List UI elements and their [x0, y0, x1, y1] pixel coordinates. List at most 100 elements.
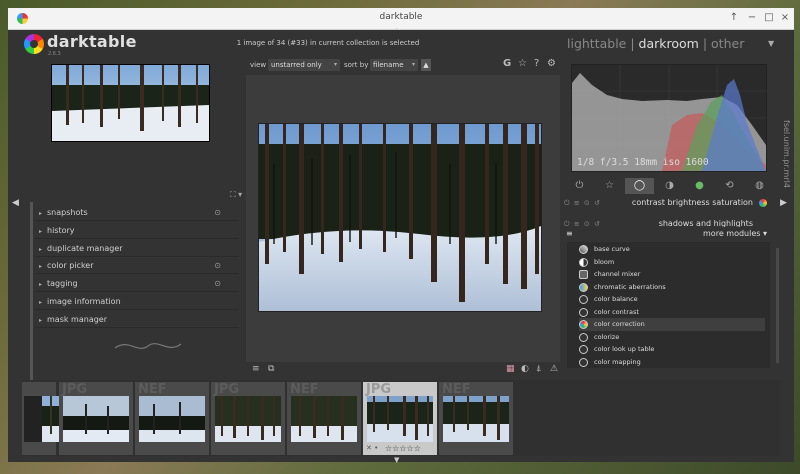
- list-item[interactable]: bloom: [579, 256, 765, 269]
- base-curve-icon: [579, 245, 588, 254]
- color-assessment-icon[interactable]: ▦: [506, 364, 515, 374]
- grouping-icon[interactable]: G: [503, 58, 511, 69]
- sort-value: filename: [373, 61, 404, 69]
- list-item-label: chromatic aberrations: [594, 283, 666, 291]
- module-label: tagging: [47, 279, 78, 288]
- module-history[interactable]: ▸ history: [35, 223, 239, 239]
- module-mask-manager[interactable]: ▸ mask manager: [35, 312, 239, 328]
- group-active-icon[interactable]: ⏻: [565, 178, 594, 194]
- zoom-icon[interactable]: ⛶ ▾: [230, 190, 242, 200]
- right-panel-scrollbar[interactable]: [776, 248, 779, 363]
- module-header-icons[interactable]: ⏻ ≡ ⊙ ↺: [564, 217, 601, 227]
- minimize-button[interactable]: −: [745, 11, 759, 25]
- more-modules-header[interactable]: ≡ more modules ▾: [560, 228, 771, 241]
- view-filter-value: unstarred only: [271, 61, 322, 69]
- view-filter-label: view: [250, 61, 267, 69]
- filmstrip-thumbnail[interactable]: [22, 382, 90, 455]
- histogram[interactable]: [571, 64, 767, 172]
- center-view[interactable]: [246, 75, 560, 362]
- list-item[interactable]: color correction: [579, 318, 765, 331]
- list-item[interactable]: color balance: [579, 293, 765, 306]
- views-dropdown-icon[interactable]: ▼: [768, 39, 774, 48]
- presets-icon[interactable]: ⊙: [214, 205, 221, 221]
- group-color-icon[interactable]: ●: [685, 178, 714, 194]
- color-contrast-icon: [579, 308, 588, 317]
- softproof-icon[interactable]: ◐: [521, 364, 529, 374]
- sort-direction-button[interactable]: ▲: [421, 59, 431, 71]
- bloom-icon: [579, 258, 588, 267]
- group-effects-icon[interactable]: ◍: [745, 178, 774, 194]
- view-separator: |: [626, 36, 639, 51]
- filmstrip-thumbnail[interactable]: NEF: [135, 382, 209, 455]
- styles-icon[interactable]: ⧉: [268, 364, 274, 374]
- file-extension: NEF: [290, 382, 319, 397]
- group-correct-icon[interactable]: ⟲: [715, 178, 744, 194]
- thumbnail-image: [215, 396, 281, 442]
- list-item-label: color correction: [594, 320, 645, 328]
- group-favorites-icon[interactable]: ☆: [595, 178, 624, 194]
- navigation-preview[interactable]: [51, 64, 210, 142]
- view-darkroom[interactable]: darkroom: [639, 36, 699, 51]
- filmstrip-thumbnail[interactable]: NEF: [439, 382, 513, 455]
- menu-icon[interactable]: ≡: [252, 364, 260, 374]
- left-panel-scrollbar[interactable]: [30, 202, 33, 394]
- window-title: darktable: [379, 12, 423, 22]
- bottom-panel-toggle[interactable]: ▼: [394, 456, 399, 464]
- filmstrip-thumbnail[interactable]: JPG: [59, 382, 133, 455]
- group-basic-icon[interactable]: ◯: [625, 178, 654, 194]
- list-item-label: channel mixer: [594, 270, 641, 278]
- view-lighttable[interactable]: lighttable: [567, 36, 626, 51]
- expander-icon: ▸: [39, 210, 43, 217]
- list-item-label: color mapping: [594, 358, 641, 366]
- filmstrip-thumbnail[interactable]: NEF: [287, 382, 361, 455]
- expander-icon: ▸: [39, 263, 43, 270]
- module-header-icons[interactable]: ⏻ ≡ ⊙ ↺: [564, 196, 601, 210]
- help-icon[interactable]: ?: [534, 58, 539, 69]
- sort-dropdown[interactable]: filename ▾: [370, 59, 418, 71]
- star-icon[interactable]: ☆: [518, 58, 527, 69]
- list-item-label: base curve: [594, 245, 630, 253]
- maximize-button[interactable]: □: [762, 11, 776, 25]
- module-snapshots[interactable]: ▸ snapshots ⊙: [35, 205, 239, 221]
- module-contrast-brightness-saturation[interactable]: ⏻ ≡ ⊙ ↺ contrast brightness saturation: [560, 196, 771, 210]
- list-item[interactable]: color mapping: [579, 356, 765, 368]
- file-extension: NEF: [442, 382, 471, 397]
- module-label: duplicate manager: [47, 244, 123, 253]
- center-bottom-toolbar: ≡ ⧉ ▦ ◐ ⍋ ⚠: [246, 363, 560, 377]
- keep-above-button[interactable]: ↑: [727, 11, 741, 25]
- close-button[interactable]: ×: [778, 11, 792, 25]
- module-duplicate-manager[interactable]: ▸ duplicate manager: [35, 241, 239, 257]
- right-panel-toggle[interactable]: ▶: [780, 198, 787, 208]
- expander-icon: ▸: [39, 246, 43, 253]
- list-item[interactable]: colorize: [579, 331, 765, 344]
- color-picker-icon[interactable]: ⍋: [536, 364, 541, 374]
- list-item[interactable]: channel mixer: [579, 268, 765, 281]
- gear-icon[interactable]: ⚙: [547, 58, 556, 69]
- list-item-label: color contrast: [594, 308, 639, 316]
- view-filter-dropdown[interactable]: unstarred only ▾: [268, 59, 340, 71]
- module-color-picker[interactable]: ▸ color picker ⊙: [35, 258, 239, 274]
- histogram-graph: [572, 65, 766, 171]
- gamut-check-icon[interactable]: ⚠: [550, 364, 558, 374]
- left-panel-toggle[interactable]: ◀: [12, 198, 19, 208]
- presets-icon[interactable]: ⊙: [214, 276, 221, 292]
- filmstrip-thumbnail-selected[interactable]: JPG ✕ • ☆☆☆☆☆: [363, 382, 437, 455]
- left-panel: ⛶ ▾ ▸ snapshots ⊙ ▸ history ▸ duplicate mana…: [23, 60, 245, 394]
- selection-info: 1 image of 34 (#33) in current collectio…: [236, 39, 420, 47]
- filmstrip-thumbnail[interactable]: JPG: [211, 382, 285, 455]
- list-item[interactable]: chromatic aberrations: [579, 281, 765, 294]
- navigation-thumbnail: [52, 65, 209, 141]
- module-image-information[interactable]: ▸ image information: [35, 294, 239, 310]
- file-extension: NEF: [138, 382, 167, 397]
- main-image[interactable]: [258, 123, 542, 312]
- reject-and-dot-icons[interactable]: ✕ •: [366, 444, 378, 452]
- view-other[interactable]: other: [711, 36, 744, 51]
- presets-icon[interactable]: ⊙: [214, 258, 221, 274]
- group-tone-icon[interactable]: ◑: [655, 178, 684, 194]
- module-tagging[interactable]: ▸ tagging ⊙: [35, 276, 239, 292]
- list-item[interactable]: color look up table: [579, 343, 765, 356]
- list-item[interactable]: base curve: [579, 243, 765, 256]
- list-item[interactable]: color contrast: [579, 306, 765, 319]
- module-shadows-and-highlights[interactable]: ⏻ ≡ ⊙ ↺ shadows and highlights: [560, 217, 771, 227]
- star-rating[interactable]: ☆☆☆☆☆: [385, 444, 421, 453]
